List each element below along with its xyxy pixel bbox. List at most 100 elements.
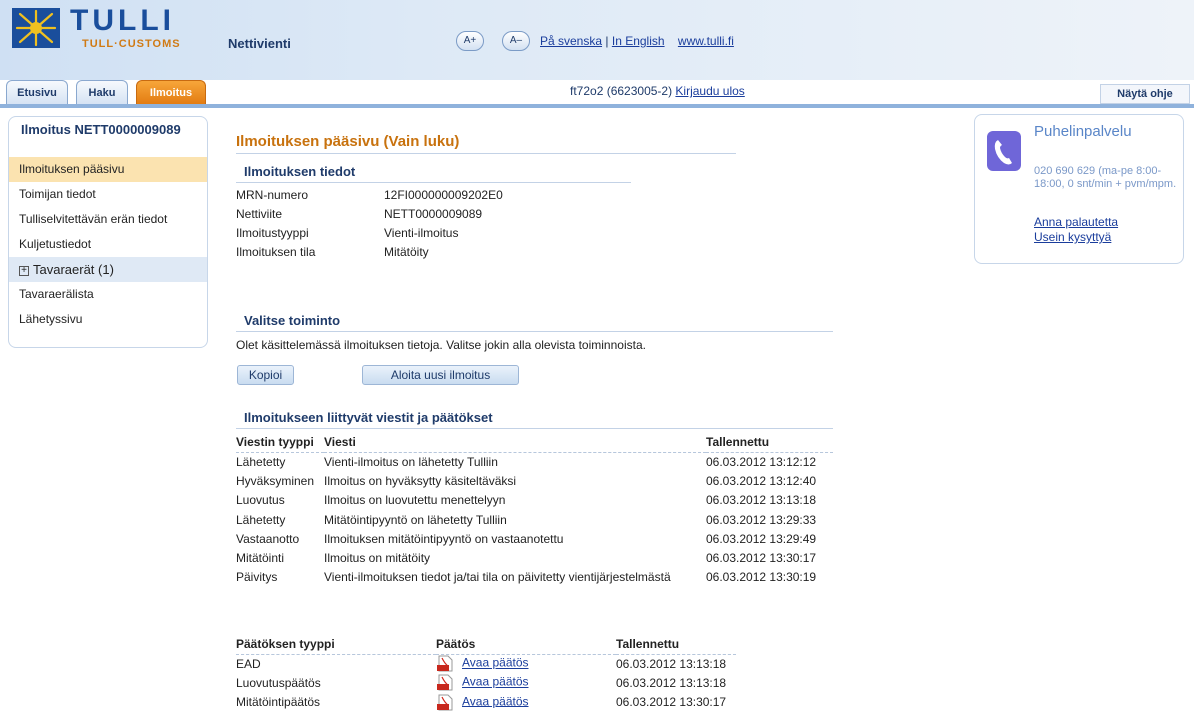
decision-cell: Avaa päätös [436,693,616,712]
decision-timestamp: 06.03.2012 13:13:18 [616,675,727,690]
message-type: Lähetetty [236,454,286,469]
phone-panel-title: Puhelinpalvelu [1034,123,1132,140]
action-divider [236,331,833,332]
show-help-button[interactable]: Näytä ohje [1100,84,1190,104]
message-text: Vienti-ilmoitus on lähetetty Tulliin [324,454,498,469]
sidebar-item-main-page[interactable]: Ilmoituksen pääsivu [9,157,207,182]
feedback-link[interactable]: Anna palautetta [1034,215,1118,229]
user-id: ft72o2 (6623005-2) [570,84,673,98]
details-heading: Ilmoituksen tiedot [244,164,356,179]
sidebar-item-goods-list[interactable]: Tavaraerälista [9,282,207,307]
sidebar-title: Ilmoitus NETT0000009089 [21,122,181,137]
phone-service-panel: Puhelinpalvelu 020 690 629 (ma-pe 8:00-1… [974,114,1184,264]
tab-ilmoitus[interactable]: Ilmoitus [136,80,206,105]
font-increase-button[interactable]: A+ [456,31,484,51]
sidebar-item-consignment[interactable]: Tulliselvitettävän erän tiedot [9,207,207,232]
language-links: På svenska | In English www.tulli.fi [540,34,734,48]
tab-haku[interactable]: Haku [76,80,128,105]
table-row: Hyväksyminen Ilmoitus on hyväksytty käsit… [236,471,833,490]
title-divider [236,153,736,154]
message-type: Lähetetty [236,512,286,527]
table-row: Lähetetty Vienti-ilmoitus on lähetetty Tu… [236,452,833,471]
message-type: Mitätöinti [236,551,285,566]
message-type: Hyväksyminen [236,473,315,488]
column-header: Viestin tyyppi [236,432,324,453]
sidebar-item-transport[interactable]: Kuljetustiedot [9,232,207,257]
sidebar-item-goods-label: Tavaraerät (1) [33,262,114,277]
decision-type: Luovutuspäätös [236,675,321,690]
message-timestamp: 06.03.2012 13:29:49 [706,531,817,546]
lang-swedish-link[interactable]: På svenska [540,34,602,48]
message-type: Päivitys [236,570,278,585]
message-text: Mitätöintipyyntö on lähetetty Tulliin [324,512,507,527]
table-row: EAD Avaa päätös 06.03.2012 13:13:18 [236,654,736,673]
pdf-icon[interactable] [436,674,456,691]
open-decision-link[interactable]: Avaa päätös [462,656,529,670]
decision-cell: Avaa päätös [436,654,616,673]
detail-value: 12FI000000009202E0 [384,188,503,202]
detail-key: Ilmoitustyyppi [236,226,309,240]
header: TULLI TULL·CUSTOMS Nettivienti A+ A– På … [0,0,1194,80]
column-header: Tallennettu [706,432,833,453]
page-title: Ilmoituksen pääsivu (Vain luku) [236,133,460,150]
table-row: Päivitys Vienti-ilmoituksen tiedot ja/tai… [236,568,833,587]
column-header: Viesti [324,432,706,453]
action-instructions: Olet käsittelemässä ilmoituksen tietoja.… [236,338,646,352]
detail-value: Vienti-ilmoitus [384,226,459,240]
new-declaration-button[interactable]: Aloita uusi ilmoitus [362,365,519,385]
message-text: Vienti-ilmoituksen tiedot ja/tai tila on… [324,570,671,585]
message-text: Ilmoitus on mitätöity [324,551,431,566]
action-heading: Valitse toiminto [244,313,341,328]
column-header: Päätös [436,634,616,655]
tab-etusivu[interactable]: Etusivu [6,80,68,105]
messages-table: Viestin tyyppi Viesti Tallennettu Lähete… [236,432,833,587]
pdf-icon[interactable] [436,694,456,711]
table-row: Luovutus Ilmoitus on luovutettu menettely… [236,491,833,510]
decision-timestamp: 06.03.2012 13:13:18 [616,656,727,671]
messages-divider [236,428,833,429]
faq-link[interactable]: Usein kysyttyä [1034,230,1111,244]
table-header-row: Päätöksen tyyppi Päätös Tallennettu [236,634,736,655]
detail-row-type: Ilmoitustyyppi Vienti-ilmoitus [236,226,636,244]
decisions-table: Päätöksen tyyppi Päätös Tallennettu EAD A… [236,634,736,712]
table-row: Luovutuspäätös Avaa päätös 06.03.2012 13:1… [236,673,736,692]
sidebar-item-goods[interactable]: + Tavaraerät (1) [9,257,207,282]
table-row: Lähetetty Mitätöintipyyntö on lähetetty T… [236,510,833,529]
tulli-site-link[interactable]: www.tulli.fi [678,34,734,48]
sidebar-item-send-page[interactable]: Lähetyssivu [9,307,207,332]
table-row: Vastaanotto Ilmoituksen mitätöintipyyntö … [236,529,833,548]
message-timestamp: 06.03.2012 13:12:12 [706,454,817,469]
message-timestamp: 06.03.2012 13:30:17 [706,551,817,566]
detail-key: MRN-numero [236,188,309,202]
header-divider [0,104,1194,108]
messages-heading: Ilmoitukseen liittyvät viestit ja päätök… [244,410,493,425]
decision-type: EAD [236,656,261,671]
link-separator: | [605,34,609,48]
copy-button[interactable]: Kopioi [237,365,294,385]
tulli-logo-icon [12,8,60,48]
detail-row-reference: Nettiviite NETT0000009089 [236,207,636,225]
expand-icon[interactable]: + [19,265,29,276]
logo-text: TULLI [70,4,175,37]
font-decrease-button[interactable]: A– [502,31,530,51]
app-name: Nettivienti [228,36,291,51]
message-timestamp: 06.03.2012 13:30:19 [706,570,817,585]
open-decision-link[interactable]: Avaa päätös [462,694,529,708]
table-header-row: Viestin tyyppi Viesti Tallennettu [236,432,833,453]
message-timestamp: 06.03.2012 13:29:33 [706,512,817,527]
sidebar: Ilmoitus NETT0000009089 Ilmoituksen pääs… [8,116,208,348]
sidebar-item-operator[interactable]: Toimijan tiedot [9,182,207,207]
logo-subtitle: TULL·CUSTOMS [82,38,181,50]
message-timestamp: 06.03.2012 13:12:40 [706,473,817,488]
message-text: Ilmoitus on luovutettu menettelyyn [324,493,506,508]
detail-value: NETT0000009089 [384,207,483,221]
detail-row-status: Ilmoituksen tila Mitätöity [236,245,636,263]
message-type: Vastaanotto [236,531,300,546]
pdf-icon[interactable] [436,655,456,672]
decision-cell: Avaa päätös [436,673,616,692]
message-text: Ilmoitus on hyväksytty käsiteltäväksi [324,473,517,488]
lang-english-link[interactable]: In English [612,34,665,48]
logout-link[interactable]: Kirjaudu ulos [675,84,744,98]
column-header: Tallennettu [616,634,736,655]
open-decision-link[interactable]: Avaa päätös [462,675,529,689]
